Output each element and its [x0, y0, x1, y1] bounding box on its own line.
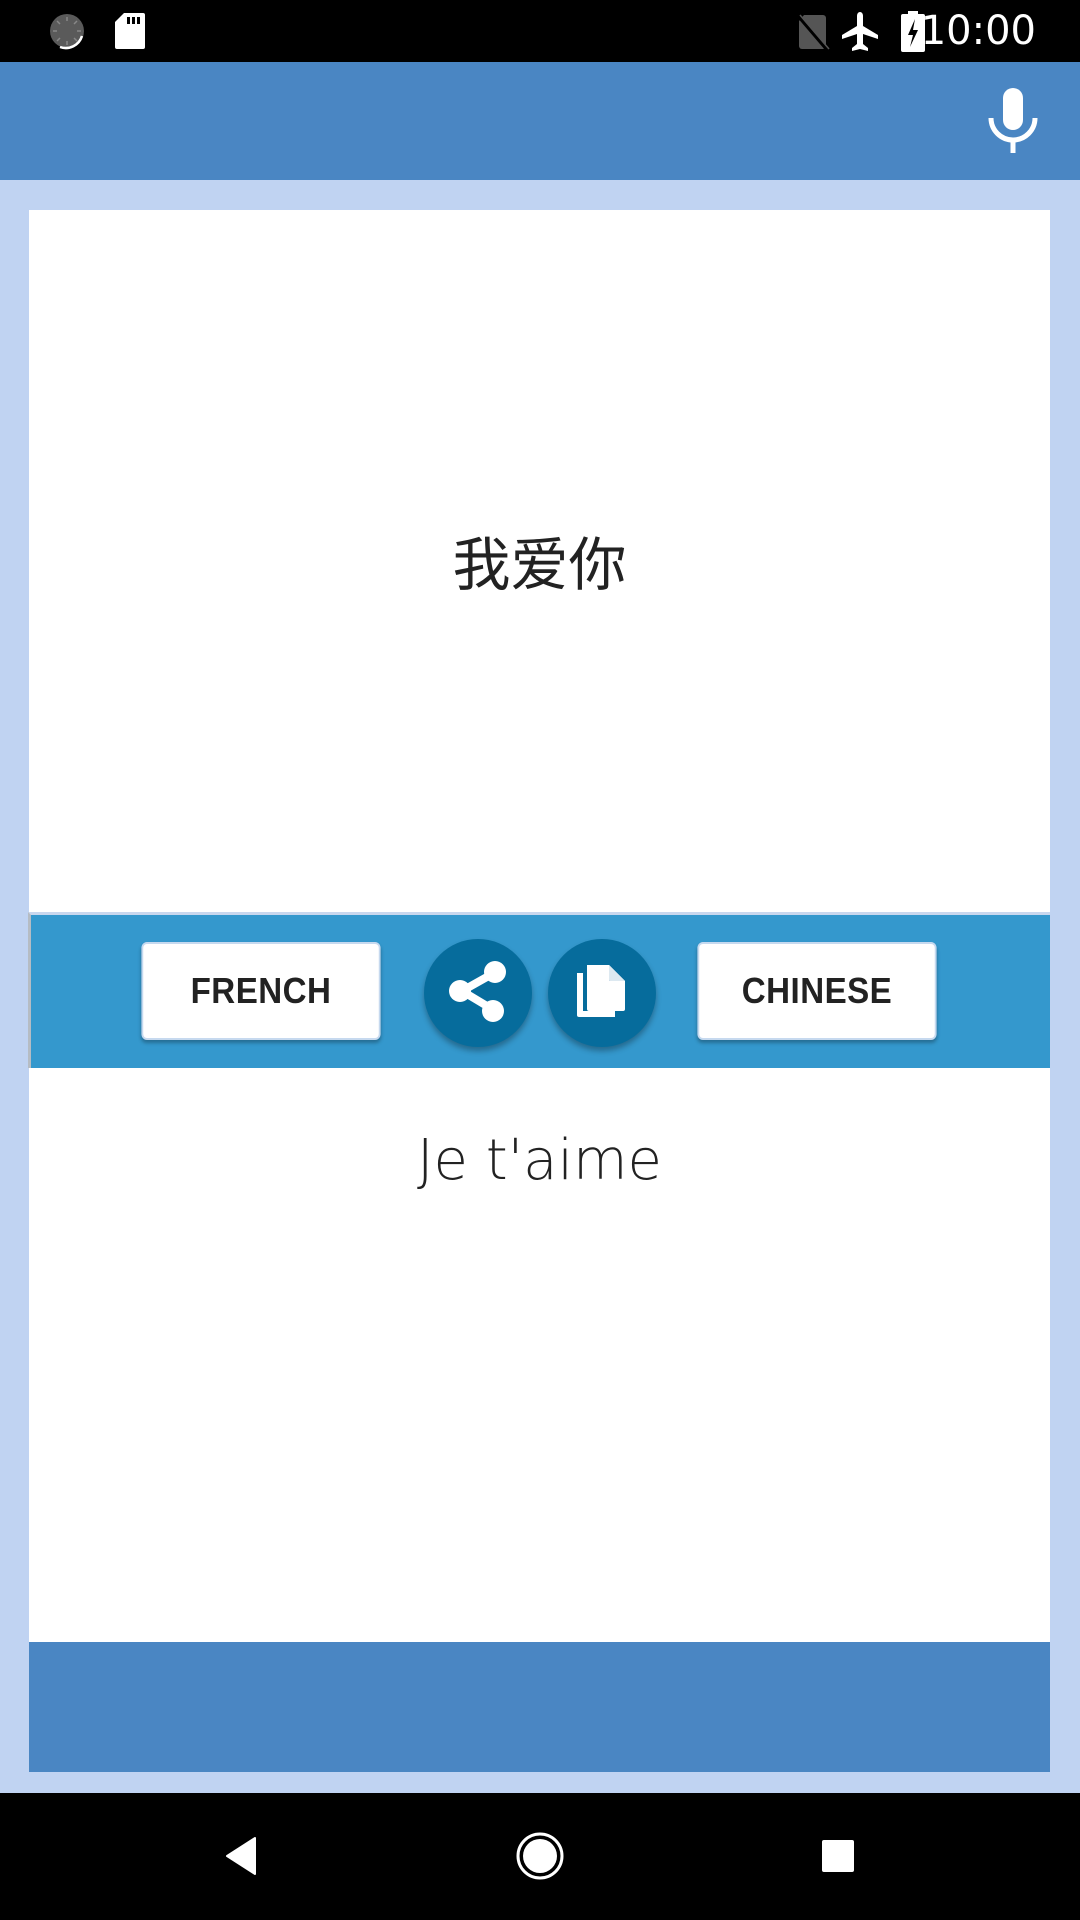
translated-text: Je t'aime: [417, 1128, 662, 1193]
source-text-panel[interactable]: 我爱你: [29, 210, 1050, 912]
recents-button[interactable]: [803, 1823, 873, 1893]
recents-icon: [821, 1839, 855, 1878]
navigation-bar: [0, 1793, 1080, 1920]
source-text: 我爱你: [452, 530, 627, 599]
sd-card-icon: [114, 12, 146, 55]
home-icon: [515, 1831, 565, 1886]
share-icon: [446, 959, 510, 1028]
source-language-button[interactable]: FRENCH: [141, 942, 381, 1040]
microphone-icon: [988, 87, 1038, 159]
sync-loading-icon: [48, 12, 86, 55]
back-icon: [225, 1836, 259, 1881]
translated-text-panel[interactable]: Je t'aime: [29, 1068, 1050, 1642]
app-bar: [0, 62, 1080, 180]
status-time: 10:00: [920, 8, 1036, 54]
language-toolbar: FRENCH CHINESE: [28, 912, 1050, 1068]
copy-button[interactable]: [548, 939, 656, 1047]
no-sim-icon: [796, 13, 830, 56]
back-button[interactable]: [207, 1823, 277, 1893]
microphone-button[interactable]: [982, 87, 1044, 159]
share-button[interactable]: [424, 939, 532, 1047]
status-bar: 10:00: [0, 0, 1080, 62]
copy-icon: [575, 963, 629, 1024]
airplane-mode-icon: [840, 11, 880, 58]
target-language-button[interactable]: CHINESE: [697, 942, 937, 1040]
home-button[interactable]: [505, 1823, 575, 1893]
bottom-banner: [29, 1642, 1050, 1772]
